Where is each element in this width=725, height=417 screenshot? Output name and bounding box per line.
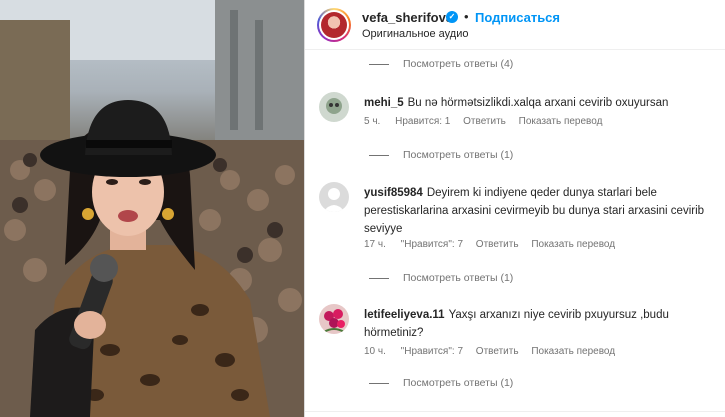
author-avatar[interactable] bbox=[317, 8, 351, 42]
comment-text: yusif85984 Deyirem ki indiyene qeder duny… bbox=[364, 184, 719, 238]
comment-meta: 17 ч. "Нравится": 7 Ответить Показать пе… bbox=[364, 239, 625, 250]
panel-bottom-divider bbox=[305, 411, 725, 417]
comment-likes[interactable]: Нравится: 1 bbox=[395, 116, 450, 127]
view-replies-button[interactable]: Посмотреть ответы (4) bbox=[369, 58, 513, 70]
comment-time: 5 ч. bbox=[364, 116, 381, 127]
commenter-avatar[interactable] bbox=[319, 182, 349, 212]
comment-meta: 10 ч. "Нравится": 7 Ответить Показать пе… bbox=[364, 346, 625, 357]
commenter-avatar[interactable] bbox=[319, 92, 349, 122]
author-username[interactable]: vefa_sherifova bbox=[362, 10, 453, 25]
post-media[interactable] bbox=[0, 0, 304, 417]
comment-time: 10 ч. bbox=[364, 346, 386, 357]
follow-button[interactable]: Подписаться bbox=[475, 10, 560, 25]
view-replies-label: Посмотреть ответы (1) bbox=[403, 272, 514, 284]
comment-item: yusif85984 Deyirem ki indiyene qeder duny… bbox=[319, 182, 719, 262]
reply-button[interactable]: Ответить bbox=[476, 239, 519, 250]
comments-panel: vefa_sherifova ✓ • Подписаться Оригиналь… bbox=[305, 0, 725, 417]
reply-button[interactable]: Ответить bbox=[463, 116, 506, 127]
separator-dot: • bbox=[464, 9, 469, 24]
comment-likes[interactable]: "Нравится": 7 bbox=[401, 239, 463, 250]
view-replies-label: Посмотреть ответы (1) bbox=[403, 149, 514, 161]
comment-item: letifeeliyeva.11 Yaxşı arxanızı niye cevi… bbox=[319, 304, 719, 364]
view-replies-label: Посмотреть ответы (1) bbox=[403, 377, 514, 389]
comment-meta: 5 ч. Нравится: 1 Ответить Показать перев… bbox=[364, 116, 612, 127]
view-replies-button[interactable]: Посмотреть ответы (1) bbox=[369, 272, 513, 284]
translate-button[interactable]: Показать перевод bbox=[531, 239, 615, 250]
audio-label[interactable]: Оригинальное аудио bbox=[362, 28, 469, 40]
view-replies-label: Посмотреть ответы (4) bbox=[403, 58, 514, 70]
commenter-avatar[interactable] bbox=[319, 304, 349, 334]
comment-body: Bu nə hörmətsizlikdi.xalqa arxani ceviri… bbox=[407, 97, 669, 109]
replies-line bbox=[369, 277, 389, 279]
commenter-username[interactable]: yusif85984 bbox=[364, 187, 423, 199]
commenter-username[interactable]: mehi_5 bbox=[364, 97, 404, 109]
translate-button[interactable]: Показать перевод bbox=[519, 116, 603, 127]
replies-line bbox=[369, 154, 389, 156]
reply-button[interactable]: Ответить bbox=[476, 346, 519, 357]
post-header: vefa_sherifova ✓ • Подписаться Оригиналь… bbox=[305, 0, 725, 50]
performer-photo bbox=[0, 0, 304, 417]
commenter-username[interactable]: letifeeliyeva.11 bbox=[364, 309, 445, 321]
comment-likes[interactable]: "Нравится": 7 bbox=[401, 346, 463, 357]
translate-button[interactable]: Показать перевод bbox=[531, 346, 615, 357]
replies-line bbox=[369, 63, 389, 65]
comment-text: mehi_5 Bu nə hörmətsizlikdi.xalqa arxani … bbox=[364, 94, 719, 112]
verified-badge-icon: ✓ bbox=[446, 11, 458, 23]
comment-time: 17 ч. bbox=[364, 239, 386, 250]
view-replies-button[interactable]: Посмотреть ответы (1) bbox=[369, 377, 513, 389]
view-replies-button[interactable]: Посмотреть ответы (1) bbox=[369, 149, 513, 161]
comment-text: letifeeliyeva.11 Yaxşı arxanızı niye cevi… bbox=[364, 306, 719, 342]
replies-line bbox=[369, 382, 389, 384]
